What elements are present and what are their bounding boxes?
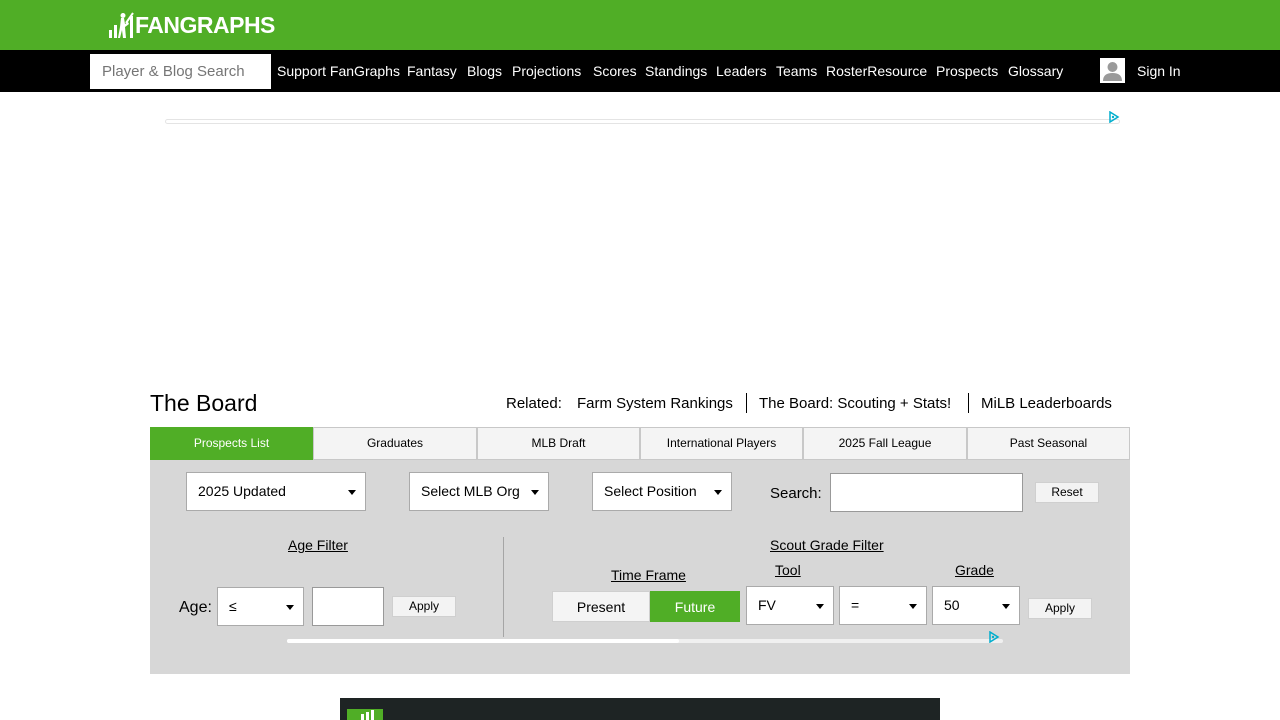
time-frame-label: Time Frame (611, 567, 686, 583)
age-label: Age: (179, 599, 212, 616)
related-link-farm-system-rankings[interactable]: Farm System Rankings (577, 395, 733, 412)
related-divider (746, 393, 747, 413)
chevron-down-icon (348, 490, 356, 495)
site-header: FANGRAPHS (0, 0, 1280, 50)
chevron-down-icon (714, 490, 722, 495)
filter-divider (503, 537, 504, 637)
related-divider (968, 393, 969, 413)
tab-prospects-list[interactable]: Prospects List (150, 427, 313, 460)
list-select[interactable]: 2025 Updated (186, 472, 366, 511)
chevron-down-icon (816, 604, 824, 609)
nav-fantasy[interactable]: Fantasy (407, 63, 457, 79)
chevron-down-icon (909, 604, 917, 609)
related-link-scouting-stats[interactable]: The Board: Scouting + Stats! (759, 395, 951, 412)
batter-logo-icon (109, 12, 134, 38)
search-label: Search: (770, 485, 822, 502)
chevron-down-icon (1002, 604, 1010, 609)
tab-past-seasonal[interactable]: Past Seasonal (967, 427, 1130, 460)
age-value-input[interactable] (312, 587, 384, 626)
nav-support-fangraphs[interactable]: Support FanGraphs (277, 63, 400, 79)
prospect-search-input[interactable] (830, 473, 1023, 512)
grade-label: Grade (955, 562, 994, 578)
age-operator-select[interactable]: ≤ (217, 587, 304, 626)
age-operator-value: ≤ (229, 598, 237, 614)
nav-leaders[interactable]: Leaders (716, 63, 767, 79)
sign-in-link[interactable]: Sign In (1137, 63, 1181, 79)
grade-operator-select[interactable]: = (839, 586, 927, 625)
nav-blogs[interactable]: Blogs (467, 63, 502, 79)
chevron-down-icon (531, 490, 539, 495)
page-title: The Board (150, 390, 258, 416)
fangraphs-logo[interactable]: FANGRAPHS (108, 11, 275, 39)
tool-select[interactable]: FV (746, 586, 834, 625)
time-frame-present-toggle[interactable]: Present (552, 591, 650, 622)
tool-label: Tool (775, 562, 801, 578)
main-nav: Support FanGraphs Fantasy Blogs Projecti… (0, 50, 1280, 92)
grade-select-value: 50 (944, 597, 960, 613)
nav-standings[interactable]: Standings (645, 63, 707, 79)
nav-glossary[interactable]: Glossary (1008, 63, 1063, 79)
tab-mlb-draft[interactable]: MLB Draft (477, 427, 640, 460)
mlb-org-select-value: Select MLB Org (421, 483, 520, 499)
filter-panel: 2025 Updated Select MLB Org Select Posit… (150, 460, 1130, 674)
tool-select-value: FV (758, 597, 776, 613)
tab-international-players[interactable]: International Players (640, 427, 803, 460)
board-tabs: Prospects List Graduates MLB Draft Inter… (150, 427, 1130, 460)
grade-apply-button[interactable]: Apply (1028, 598, 1092, 619)
related-link-milb-leaderboards[interactable]: MiLB Leaderboards (981, 395, 1112, 412)
ad-scroll-track[interactable] (287, 639, 1003, 643)
position-select-value: Select Position (604, 483, 697, 499)
video-player[interactable] (340, 698, 940, 720)
chevron-down-icon (286, 605, 294, 610)
tab-graduates[interactable]: Graduates (313, 427, 477, 460)
adchoices-icon[interactable] (1108, 111, 1120, 123)
nav-scores[interactable]: Scores (593, 63, 637, 79)
age-filter-title: Age Filter (288, 537, 348, 553)
nav-prospects[interactable]: Prospects (936, 63, 998, 79)
tab-2025-fall-league[interactable]: 2025 Fall League (803, 427, 967, 460)
position-select[interactable]: Select Position (592, 472, 732, 511)
nav-rosterresource[interactable]: RosterResource (826, 63, 927, 79)
list-select-value: 2025 Updated (198, 483, 286, 499)
ad-scroll-thumb[interactable] (287, 639, 679, 643)
grade-operator-value: = (851, 597, 860, 613)
mlb-org-select[interactable]: Select MLB Org (409, 472, 549, 511)
related-label: Related: (506, 395, 562, 412)
grade-select[interactable]: 50 (932, 586, 1020, 625)
nav-projections[interactable]: Projections (512, 63, 581, 79)
nav-teams[interactable]: Teams (776, 63, 817, 79)
ad-banner-placeholder (165, 119, 1120, 124)
player-blog-search-input[interactable] (90, 54, 271, 89)
fangraphs-video-logo-icon (347, 709, 383, 720)
age-apply-button[interactable]: Apply (392, 596, 456, 617)
logo-text: FANGRAPHS (135, 11, 275, 38)
user-avatar-icon[interactable] (1100, 58, 1125, 83)
scout-grade-filter-title: Scout Grade Filter (770, 537, 884, 553)
adchoices-icon[interactable] (988, 631, 1000, 643)
reset-button[interactable]: Reset (1035, 482, 1099, 503)
time-frame-future-toggle[interactable]: Future (650, 591, 740, 622)
